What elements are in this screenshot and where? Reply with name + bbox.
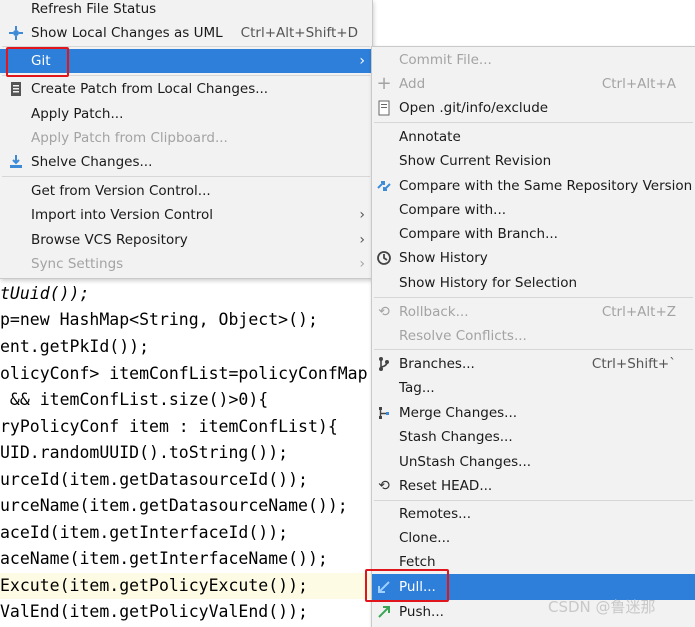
- watermark: CSDN @鲁迷那: [548, 598, 656, 616]
- menu-item-browse-vcs-repository[interactable]: Browse VCS Repository ›: [0, 228, 372, 252]
- menu-item-refresh-file-status[interactable]: Refresh File Status: [0, 0, 372, 21]
- menu-item-commit-file[interactable]: Commit File...: [372, 48, 695, 72]
- chevron-right-icon: ›: [359, 207, 365, 223]
- patch-icon: [6, 77, 26, 101]
- menu-item-open-git-exclude[interactable]: Open .git/info/exclude: [372, 96, 695, 120]
- menu-item-sync-settings[interactable]: Sync Settings ›: [0, 252, 372, 276]
- menu-item-apply-patch[interactable]: Apply Patch...: [0, 102, 372, 126]
- branch-icon: [374, 352, 394, 376]
- merge-icon: [374, 401, 394, 425]
- reset-icon: ⟲: [378, 478, 390, 494]
- menu-item-get-from-vcs[interactable]: Get from Version Control...: [0, 179, 372, 203]
- menu-item-add[interactable]: + Add Ctrl+Alt+A: [372, 72, 695, 96]
- menu-item-shelve-changes[interactable]: Shelve Changes...: [0, 150, 372, 174]
- code-line: ryPolicyConf item : itemConfList){: [0, 417, 338, 436]
- vcs-menu: Refresh File Status Show Local Changes a…: [0, 0, 373, 279]
- menu-item-compare-with-branch[interactable]: Compare with Branch...: [372, 222, 695, 246]
- code-line: UID.randomUUID().toString());: [0, 443, 289, 462]
- menu-item-clone[interactable]: Clone...: [372, 526, 695, 550]
- menu-item-remotes[interactable]: Remotes...: [372, 502, 695, 526]
- plus-icon: +: [376, 73, 392, 94]
- code-line: urceName(item.getDatasourceName());: [0, 496, 348, 515]
- rollback-icon: ⟲: [378, 304, 390, 320]
- menu-item-stash-changes[interactable]: Stash Changes...: [372, 425, 695, 449]
- compare-icon: [374, 174, 394, 198]
- shelve-icon: [6, 150, 26, 174]
- highlight-box-git: [6, 47, 69, 77]
- code-line: && itemConfList.size()>0){: [0, 390, 269, 409]
- menu-item-show-history-selection[interactable]: Show History for Selection: [372, 271, 695, 295]
- chevron-right-icon: ›: [359, 53, 365, 69]
- code-line: ent.getPkId());: [0, 337, 150, 356]
- menu-item-resolve-conflicts[interactable]: Resolve Conflicts...: [372, 324, 695, 348]
- code-line: ValEnd(item.getPolicyValEnd());: [0, 602, 308, 621]
- code-line: aceId(item.getInterfaceId());: [0, 523, 289, 542]
- menu-item-create-patch[interactable]: Create Patch from Local Changes...: [0, 77, 372, 101]
- menu-item-branches[interactable]: Branches... Ctrl+Shift+`: [372, 352, 695, 376]
- code-line: p=new HashMap<String, Object>();: [0, 310, 318, 329]
- history-icon: [374, 246, 394, 270]
- code-editor[interactable]: tUuid()); p=new HashMap<String, Object>(…: [0, 279, 372, 627]
- chevron-right-icon: ›: [359, 256, 365, 272]
- code-line: olicyConf> itemConfList=policyConfMap: [0, 364, 368, 383]
- menu-item-merge-changes[interactable]: Merge Changes...: [372, 401, 695, 425]
- code-line-current: Excute(item.getPolicyExcute());: [0, 573, 372, 599]
- menu-item-compare-same-repo[interactable]: Compare with the Same Repository Version: [372, 174, 695, 198]
- menu-item-tag[interactable]: Tag...: [372, 376, 695, 400]
- uml-icon: [6, 21, 26, 45]
- menu-item-import-into-vcs[interactable]: Import into Version Control ›: [0, 203, 372, 227]
- menu-item-compare-with[interactable]: Compare with...: [372, 198, 695, 222]
- code-line: tUuid());: [0, 284, 90, 303]
- menu-item-apply-patch-clipboard[interactable]: Apply Patch from Clipboard...: [0, 126, 372, 150]
- code-line: urceId(item.getDatasourceId());: [0, 470, 308, 489]
- menu-item-show-history[interactable]: Show History: [372, 246, 695, 270]
- menu-item-rollback[interactable]: ⟲ Rollback... Ctrl+Alt+Z: [372, 300, 695, 324]
- push-icon: [374, 600, 394, 624]
- file-icon: [374, 96, 394, 120]
- chevron-right-icon: ›: [359, 232, 365, 248]
- menu-item-unstash-changes[interactable]: UnStash Changes...: [372, 450, 695, 474]
- menu-item-show-local-changes-uml[interactable]: Show Local Changes as UML Ctrl+Alt+Shift…: [0, 21, 372, 45]
- git-submenu: Commit File... + Add Ctrl+Alt+A Open .gi…: [371, 46, 695, 627]
- menu-item-reset-head[interactable]: ⟲ Reset HEAD...: [372, 474, 695, 498]
- menu-item-annotate[interactable]: Annotate: [372, 125, 695, 149]
- menu-item-show-current-revision[interactable]: Show Current Revision: [372, 149, 695, 173]
- code-line: aceName(item.getInterfaceName());: [0, 549, 328, 568]
- highlight-box-pull: [365, 569, 449, 602]
